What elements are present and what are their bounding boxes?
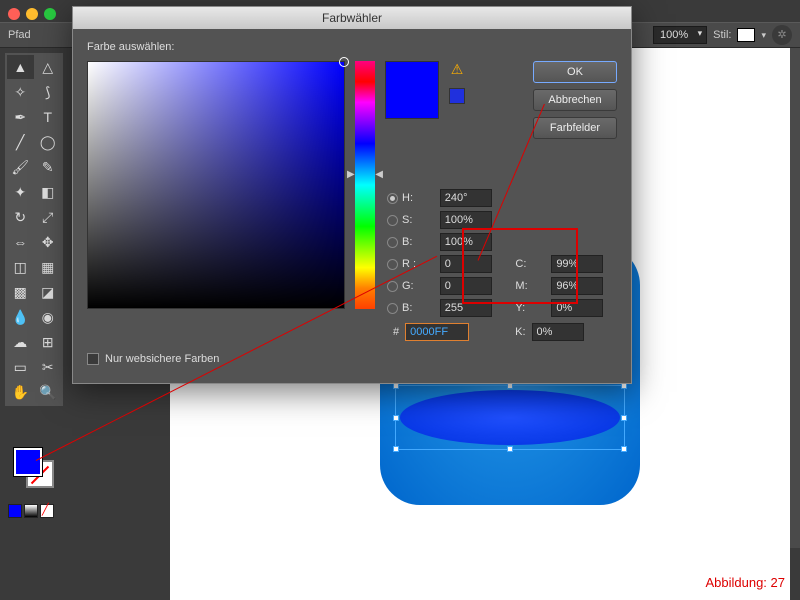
zoom-tool-icon[interactable]: 🔍 bbox=[35, 380, 62, 404]
c-input[interactable] bbox=[551, 255, 603, 273]
swatches-button[interactable]: Farbfelder bbox=[533, 117, 617, 139]
scale-tool-icon[interactable]: ⤢ bbox=[35, 205, 62, 229]
right-panels[interactable] bbox=[790, 48, 800, 548]
style-label: Stil: bbox=[713, 29, 731, 41]
m-input[interactable] bbox=[551, 277, 603, 295]
eyedropper-tool-icon[interactable]: 💧 bbox=[7, 305, 34, 329]
color-preview bbox=[385, 61, 439, 119]
ok-button[interactable]: OK bbox=[533, 61, 617, 83]
mesh-tool-icon[interactable]: ▩ bbox=[7, 280, 34, 304]
slice-tool-icon[interactable]: ✂ bbox=[35, 355, 62, 379]
hex-input[interactable] bbox=[405, 323, 469, 341]
zoom-dropdown[interactable]: 100% bbox=[653, 26, 707, 44]
websafe-checkbox[interactable] bbox=[87, 353, 99, 365]
hue-arrow-right-icon: ◀ bbox=[375, 169, 383, 180]
free-transform-tool-icon[interactable]: ✥ bbox=[35, 230, 62, 254]
h-radio[interactable] bbox=[387, 193, 398, 204]
websafe-label: Nur websichere Farben bbox=[105, 353, 219, 365]
b-radio[interactable] bbox=[387, 237, 398, 248]
gear-icon[interactable]: ✲ bbox=[772, 25, 792, 45]
dialog-title: Farbwähler bbox=[73, 7, 631, 29]
gamut-warning-icon[interactable]: ⚠ bbox=[451, 61, 464, 78]
g-radio[interactable] bbox=[387, 281, 398, 292]
selection-bounds bbox=[395, 385, 625, 450]
pen-tool-icon[interactable]: ✒ bbox=[7, 105, 34, 129]
hue-slider[interactable]: ▶ ◀ bbox=[355, 61, 375, 309]
artboard-tool-icon[interactable]: ▭ bbox=[7, 355, 34, 379]
blob-tool-icon[interactable]: ✦ bbox=[7, 180, 34, 204]
b-input[interactable] bbox=[440, 233, 492, 251]
hex-label: # bbox=[393, 326, 399, 338]
selection-tool-icon[interactable]: ▲ bbox=[7, 55, 34, 79]
h-input[interactable] bbox=[440, 189, 492, 207]
ellipse-tool-icon[interactable]: ◯ bbox=[35, 130, 62, 154]
r-radio[interactable] bbox=[387, 259, 398, 270]
blend-tool-icon[interactable]: ◉ bbox=[35, 305, 62, 329]
style-arrow-icon[interactable]: ▾ bbox=[761, 30, 766, 41]
hand-tool-icon[interactable]: ✋ bbox=[7, 380, 34, 404]
perspective-tool-icon[interactable]: ▦ bbox=[35, 255, 62, 279]
shape-builder-tool-icon[interactable]: ◫ bbox=[7, 255, 34, 279]
caption: Abbildung: 27 bbox=[705, 575, 785, 590]
s-input[interactable] bbox=[440, 211, 492, 229]
bl-radio[interactable] bbox=[387, 303, 398, 314]
style-swatch[interactable] bbox=[737, 28, 755, 42]
fill-swatch[interactable] bbox=[14, 448, 42, 476]
fill-stroke-swatch[interactable] bbox=[14, 448, 54, 488]
rotate-tool-icon[interactable]: ↻ bbox=[7, 205, 34, 229]
cancel-button[interactable]: Abbrechen bbox=[533, 89, 617, 111]
direct-select-tool-icon[interactable]: △ bbox=[35, 55, 62, 79]
graph-tool-icon[interactable]: ⊞ bbox=[35, 330, 62, 354]
lasso-tool-icon[interactable]: ⟆ bbox=[35, 80, 62, 104]
g-input[interactable] bbox=[440, 277, 492, 295]
window-zoom[interactable] bbox=[44, 8, 56, 20]
hue-arrow-left-icon: ▶ bbox=[347, 169, 355, 180]
pencil-tool-icon[interactable]: ✎ bbox=[35, 155, 62, 179]
r-input[interactable] bbox=[440, 255, 492, 273]
color-mode-none[interactable]: ╱ bbox=[40, 504, 54, 518]
window-minimize[interactable] bbox=[26, 8, 38, 20]
select-color-label: Farbe auswählen: bbox=[87, 41, 617, 53]
symbol-tool-icon[interactable]: ☁ bbox=[7, 330, 34, 354]
saturation-field[interactable] bbox=[87, 61, 345, 309]
type-tool-icon[interactable]: T bbox=[35, 105, 62, 129]
y-input[interactable] bbox=[551, 299, 603, 317]
tools-panel: ▲ △ ✧ ⟆ ✒ T ╱ ◯ 🖌 ✎ ✦ ◧ ↻ ⤢ ⇔ ✥ ◫ ▦ ▩ ◪ … bbox=[4, 52, 64, 407]
magic-wand-tool-icon[interactable]: ✧ bbox=[7, 80, 34, 104]
line-tool-icon[interactable]: ╱ bbox=[7, 130, 34, 154]
color-mode-gradient[interactable] bbox=[24, 504, 38, 518]
s-radio[interactable] bbox=[387, 215, 398, 226]
window-close[interactable] bbox=[8, 8, 20, 20]
saturation-cursor-icon[interactable] bbox=[339, 57, 349, 67]
k-input[interactable] bbox=[532, 323, 584, 341]
width-tool-icon[interactable]: ⇔ bbox=[7, 230, 34, 254]
previous-color-swatch[interactable] bbox=[449, 88, 465, 104]
eraser-tool-icon[interactable]: ◧ bbox=[35, 180, 62, 204]
bl-input[interactable] bbox=[440, 299, 492, 317]
color-picker-dialog: Farbwähler Farbe auswählen: ▶ ◀ ⚠ OK Abb… bbox=[72, 6, 632, 384]
color-mode-solid[interactable] bbox=[8, 504, 22, 518]
path-label: Pfad bbox=[8, 29, 31, 41]
brush-tool-icon[interactable]: 🖌 bbox=[7, 155, 34, 179]
gradient-tool-icon[interactable]: ◪ bbox=[35, 280, 62, 304]
